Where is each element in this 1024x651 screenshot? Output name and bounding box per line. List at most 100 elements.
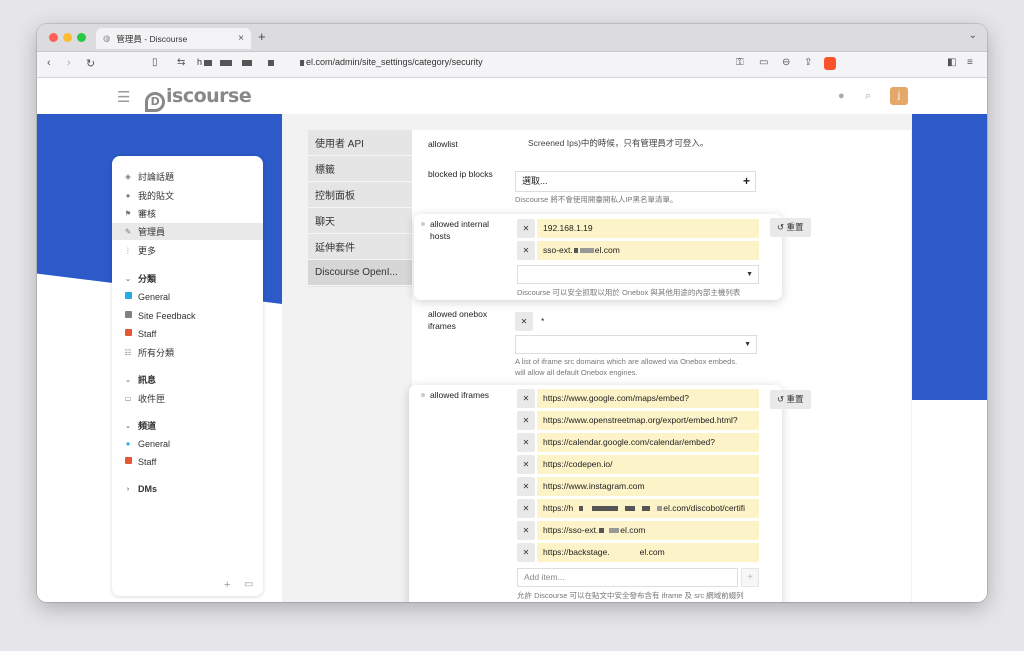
back-icon[interactable]: ‹ bbox=[47, 57, 51, 69]
bookmark-icon[interactable]: ▯ bbox=[152, 57, 158, 68]
list-item: ✕ * bbox=[515, 312, 757, 331]
zoom-window-button[interactable] bbox=[77, 33, 86, 42]
onebox-iframes-dropdown[interactable]: ▼ bbox=[515, 335, 757, 354]
sidebar-section-categories[interactable]: ⌄ 分類 bbox=[112, 270, 263, 287]
chat-bubble-icon: ● bbox=[125, 439, 131, 448]
sidebar-item-inbox[interactable]: ▭ 收件匣 bbox=[112, 390, 263, 407]
list-item: ✕ https://sso-ext. el.com bbox=[517, 521, 759, 540]
sidebar-section-channels[interactable]: ⌄ 頻道 bbox=[112, 417, 263, 434]
close-tab-icon[interactable]: × bbox=[238, 33, 244, 44]
allowed-iframes-desc: 允許 Discourse 可以在貼文中安全發布含有 iframe 及 src 網… bbox=[517, 591, 744, 600]
add-section-icon[interactable]: + bbox=[224, 579, 230, 591]
site-settings-icon[interactable]: ⇆ bbox=[177, 57, 185, 68]
sidebar-item-all-categories[interactable]: ☷ 所有分類 bbox=[112, 344, 263, 361]
nav-plugins[interactable]: 延伸套件 bbox=[308, 234, 412, 260]
tab-list-chevron-icon[interactable]: ⌄ bbox=[969, 30, 977, 41]
url-suffix: el.com/admin/site_settings/category/secu… bbox=[306, 57, 483, 67]
reload-icon[interactable]: ↻ bbox=[86, 57, 95, 70]
sidebar-item-channel-staff[interactable]: Staff bbox=[112, 453, 263, 470]
list-item: ✕ 192.168.1.19 bbox=[517, 219, 759, 238]
iframe-value[interactable]: https://h el.com/discobot/certifi bbox=[537, 499, 759, 518]
new-tab-icon[interactable]: + bbox=[258, 29, 266, 44]
onebox-iframe-value[interactable]: * bbox=[535, 312, 757, 331]
share-icon[interactable]: ⇪ bbox=[804, 57, 812, 68]
chevron-down-icon: ⌄ bbox=[124, 274, 132, 283]
remove-item-button[interactable]: ✕ bbox=[517, 477, 535, 496]
category-color-icon bbox=[124, 292, 132, 299]
nav-tags[interactable]: 標籤 bbox=[308, 156, 412, 182]
remove-item-button[interactable]: ✕ bbox=[517, 433, 535, 452]
key-icon[interactable]: ⚿ bbox=[736, 57, 744, 68]
chat-icon[interactable]: ● bbox=[838, 90, 845, 102]
caret-down-icon: ▼ bbox=[746, 271, 753, 278]
discourse-logo[interactable]: Discourse bbox=[145, 85, 252, 112]
iframe-value[interactable]: https://backstage. el.com bbox=[537, 543, 759, 562]
sidebar-item-site-feedback[interactable]: Site Feedback bbox=[112, 307, 263, 324]
plus-icon: + bbox=[742, 174, 750, 188]
internal-host-value[interactable]: sso-ext. el.com bbox=[537, 241, 759, 260]
iframe-value[interactable]: https://www.openstreetmap.org/export/emb… bbox=[537, 411, 759, 430]
chevron-down-icon: ⌄ bbox=[124, 375, 132, 384]
internal-host-value[interactable]: 192.168.1.19 bbox=[537, 219, 759, 238]
remove-item-button[interactable]: ✕ bbox=[517, 389, 535, 408]
sidebar-item-topics[interactable]: ◈ 討論話題 bbox=[112, 168, 263, 185]
remove-item-button[interactable]: ✕ bbox=[517, 241, 535, 260]
sidebar-toggle-icon[interactable]: ◧ bbox=[947, 57, 956, 68]
remove-item-button[interactable]: ✕ bbox=[517, 411, 535, 430]
nav-dashboard[interactable]: 控制面板 bbox=[308, 182, 412, 208]
site-header: ☰ Discourse ● ⌕ j bbox=[37, 78, 987, 114]
hamburger-menu-icon[interactable]: ☰ bbox=[117, 88, 130, 106]
setting-bullet bbox=[421, 222, 425, 226]
brave-shield-icon[interactable] bbox=[824, 57, 836, 70]
iframe-value[interactable]: https://codepen.io/ bbox=[537, 455, 759, 474]
caret-down-icon: ▼ bbox=[744, 341, 751, 348]
nav-discourse-openid[interactable]: Discourse OpenI... bbox=[308, 260, 412, 286]
avatar[interactable]: j bbox=[890, 87, 908, 105]
flag-icon: ⚑ bbox=[124, 209, 132, 218]
url-prefix: h bbox=[197, 57, 203, 67]
nav-user-api[interactable]: 使用者 API bbox=[308, 130, 412, 156]
sidebar-item-staff[interactable]: Staff bbox=[112, 325, 263, 342]
nav-chat[interactable]: 聊天 bbox=[308, 208, 412, 234]
cast-icon[interactable]: ▭ bbox=[759, 57, 768, 68]
remove-item-button[interactable]: ✕ bbox=[517, 521, 535, 540]
settings-content: allowlist Screened Ips)中的時候，只有管理員才可登入。 b… bbox=[409, 130, 911, 602]
reset-internal-hosts-button[interactable]: ↺ 重置 bbox=[770, 218, 811, 237]
add-item-input[interactable]: Add item... bbox=[517, 568, 738, 587]
sidebar-item-more[interactable]: ⋮ 更多 bbox=[112, 242, 263, 259]
lock-category-icon bbox=[124, 329, 132, 336]
iframe-value[interactable]: https://sso-ext. el.com bbox=[537, 521, 759, 540]
menu-icon[interactable]: ≡ bbox=[967, 57, 973, 68]
iframe-value[interactable]: https://calendar.google.com/calendar/emb… bbox=[537, 433, 759, 452]
iframe-value[interactable]: https://www.google.com/maps/embed? bbox=[537, 389, 759, 408]
sidebar-section-dms[interactable]: › DMs bbox=[112, 480, 263, 497]
sidebar-section-messages[interactable]: ⌄ 訊息 bbox=[112, 371, 263, 388]
keyboard-icon[interactable]: ▭ bbox=[244, 579, 253, 590]
forward-icon[interactable]: › bbox=[67, 57, 71, 69]
remove-item-button[interactable]: ✕ bbox=[517, 499, 535, 518]
close-window-button[interactable] bbox=[49, 33, 58, 42]
tab-title: 管理員 - Discourse bbox=[116, 33, 188, 44]
layers-icon: ◈ bbox=[125, 172, 131, 181]
remove-item-button[interactable]: ✕ bbox=[517, 455, 535, 474]
remove-item-button[interactable]: ✕ bbox=[517, 219, 535, 238]
zoom-icon[interactable]: ⊖ bbox=[782, 57, 790, 68]
add-item-button[interactable]: + bbox=[741, 568, 759, 587]
sidebar-item-admin[interactable]: ✎ 管理員 bbox=[112, 223, 263, 240]
sidebar-item-channel-general[interactable]: ● General bbox=[112, 435, 263, 452]
search-icon[interactable]: ⌕ bbox=[865, 90, 871, 103]
sidebar-item-general[interactable]: General bbox=[112, 288, 263, 305]
blocked-ip-select[interactable]: 選取... + bbox=[515, 171, 756, 192]
internal-hosts-dropdown[interactable]: ▼ bbox=[517, 265, 759, 284]
remove-item-button[interactable]: ✕ bbox=[515, 312, 533, 331]
sidebar-item-my-posts[interactable]: ● 我的貼文 bbox=[112, 187, 263, 204]
list-item: ✕ https://backstage. el.com bbox=[517, 543, 759, 562]
browser-window: ◍ 管理員 - Discourse × + ⌄ ‹ › ↻ ▯ ⇆ h el.co… bbox=[37, 24, 987, 602]
browser-tab[interactable]: ◍ 管理員 - Discourse × bbox=[96, 28, 251, 49]
address-bar[interactable]: h el.com/admin/site_settings/category/sec… bbox=[197, 57, 483, 67]
remove-item-button[interactable]: ✕ bbox=[517, 543, 535, 562]
reset-allowed-iframes-button[interactable]: ↺ 重置 bbox=[770, 390, 811, 409]
sidebar-item-review[interactable]: ⚑ 審核 bbox=[112, 205, 263, 222]
minimize-window-button[interactable] bbox=[63, 33, 72, 42]
iframe-value[interactable]: https://www.instagram.com bbox=[537, 477, 759, 496]
